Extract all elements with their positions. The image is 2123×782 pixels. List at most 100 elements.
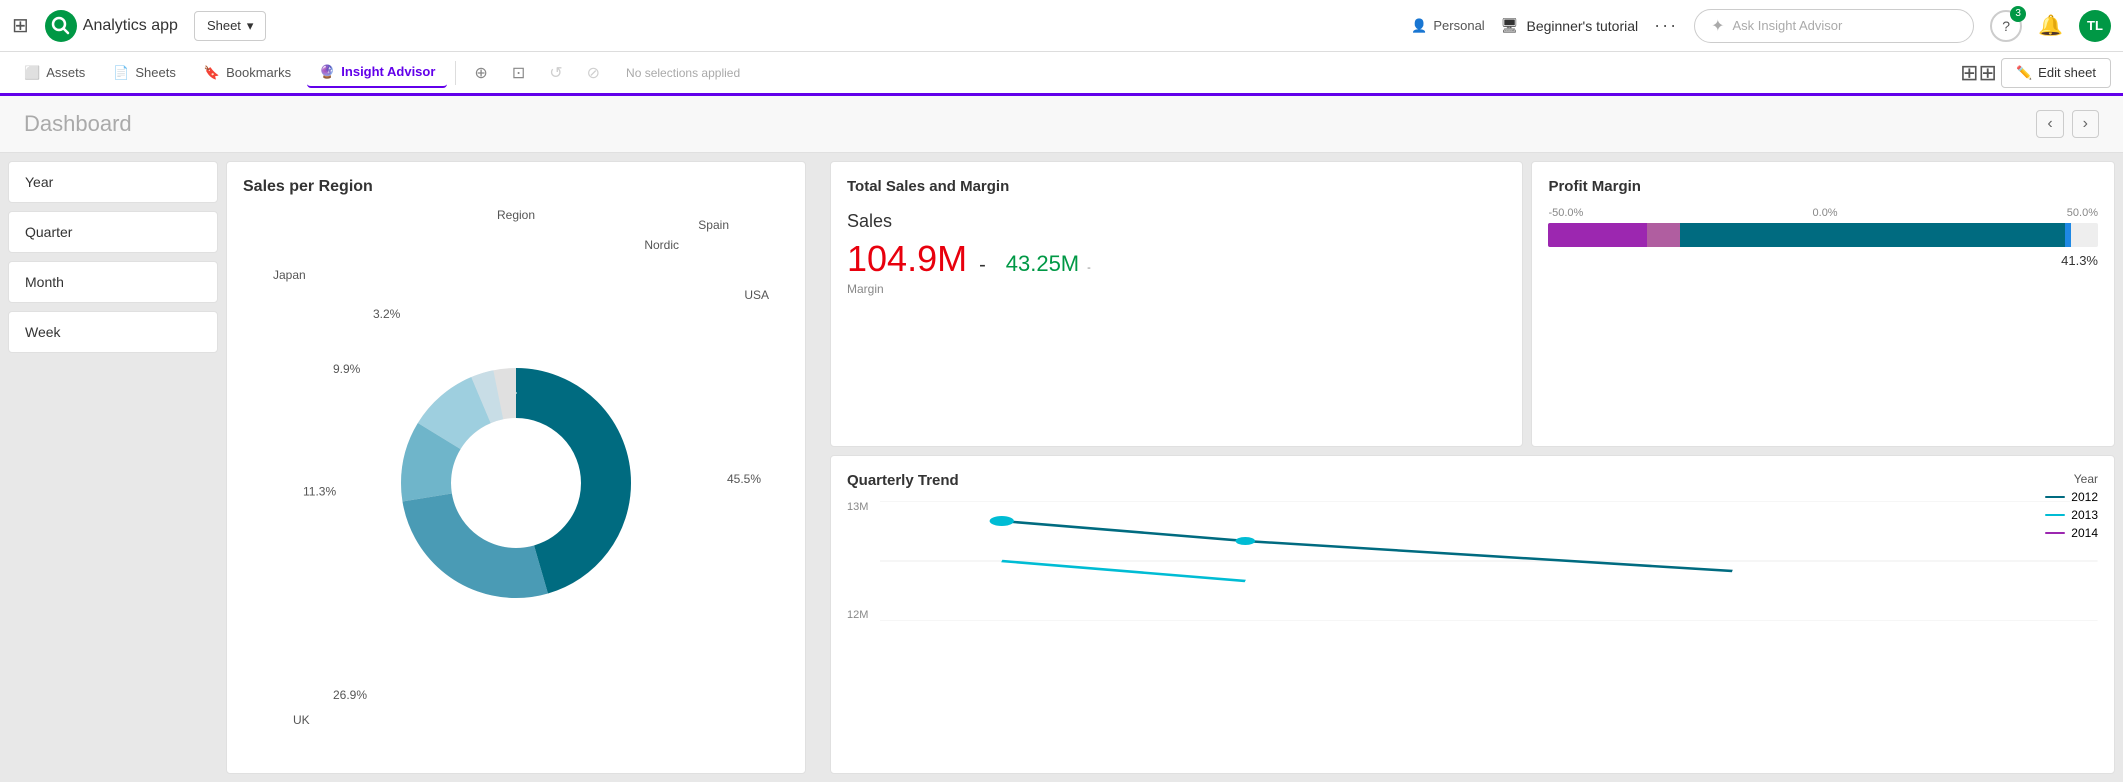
insight-search-placeholder: Ask Insight Advisor xyxy=(1733,18,1843,33)
quarter-filter-label: Quarter xyxy=(25,224,72,240)
view-grid-icon[interactable]: ⊞⊞ xyxy=(1960,60,1997,86)
zoom-in-button[interactable]: ⊕ xyxy=(464,57,497,89)
spain-label: Spain xyxy=(698,218,729,232)
prev-sheet-button[interactable]: ‹ xyxy=(2036,110,2063,138)
qt-line-chart xyxy=(880,501,2098,621)
insight-advisor-label: Insight Advisor xyxy=(341,64,435,79)
margin-label: - xyxy=(1087,262,1091,274)
spacer xyxy=(814,161,822,774)
nordic-label: Nordic xyxy=(644,238,679,252)
right-panels: Total Sales and Margin Sales 104.9M - 43… xyxy=(830,161,2115,774)
sparkle-icon: ✦ xyxy=(1711,16,1724,36)
pm-bar-track xyxy=(1548,223,2098,247)
edit-sheet-label: Edit sheet xyxy=(2038,65,2096,80)
week-filter-label: Week xyxy=(25,324,61,340)
sheet-dropdown[interactable]: Sheet ▾ xyxy=(194,11,267,41)
insight-advisor-icon: 🔮 xyxy=(319,64,335,80)
main-content: Year Quarter Month Week Sales per Region… xyxy=(0,153,2123,782)
dash-separator: - xyxy=(979,254,986,277)
user-avatar[interactable]: TL xyxy=(2079,10,2111,42)
help-button[interactable]: ? 3 xyxy=(1990,10,2022,42)
pm-axis-max: 50.0% xyxy=(2067,207,2098,219)
monitor-icon: 🖥 xyxy=(1501,17,1519,34)
pm-axis-mid: 0.0% xyxy=(1813,207,1838,219)
toolbar: ⬜ Assets 📄 Sheets 🔖 Bookmarks 🔮 Insight … xyxy=(0,52,2123,96)
sales-value: 104.9M xyxy=(847,238,967,280)
assets-icon: ⬜ xyxy=(24,65,40,81)
qlik-logo: Analytics app xyxy=(45,10,178,42)
edit-sheet-button[interactable]: ✏️ Edit sheet xyxy=(2001,58,2111,88)
pencil-icon: ✏️ xyxy=(2016,65,2032,81)
japan-label: Japan xyxy=(273,268,306,282)
qlik-logo-circle xyxy=(45,10,77,42)
qt-chart-area: 13M 12M xyxy=(847,501,2098,621)
notification-bell-icon[interactable]: 🔔 xyxy=(2038,13,2063,38)
assets-label: Assets xyxy=(46,65,85,80)
qt-y-top: 13M xyxy=(847,501,868,513)
person-icon: 👤 xyxy=(1411,18,1427,34)
pm-axis-min: -50.0% xyxy=(1548,207,1583,219)
next-sheet-button[interactable]: › xyxy=(2072,110,2099,138)
total-sales-title: Total Sales and Margin xyxy=(847,178,1506,195)
margin-sub-label: Margin xyxy=(847,282,1506,296)
year-filter-label: Year xyxy=(25,174,53,190)
more-options-icon[interactable]: ··· xyxy=(1654,15,1678,36)
notification-badge: 3 xyxy=(2010,6,2026,22)
sales-label: Sales xyxy=(847,211,1506,232)
insight-advisor-tab[interactable]: 🔮 Insight Advisor xyxy=(307,58,447,88)
dashboard-navigation: ‹ › xyxy=(2036,110,2099,138)
uk-pct: 26.9% xyxy=(333,688,367,702)
qt-y-bottom: 12M xyxy=(847,609,868,621)
spain-pct: 3.2% xyxy=(373,307,400,321)
month-filter-label: Month xyxy=(25,274,64,290)
quarterly-trend-title: Quarterly Trend xyxy=(847,472,2098,489)
japan-pct: 11.3% xyxy=(303,484,336,498)
insight-advisor-search[interactable]: ✦ Ask Insight Advisor xyxy=(1694,9,1974,43)
rotate-button[interactable]: ↺ xyxy=(539,57,572,89)
no-selections-label: No selections applied xyxy=(614,66,752,80)
legend-2012-line xyxy=(2045,496,2065,498)
donut-chart xyxy=(366,333,666,633)
sales-per-region-panel: Sales per Region Region xyxy=(226,161,806,774)
month-filter[interactable]: Month xyxy=(8,261,218,303)
top-navigation: ⊞ Analytics app Sheet ▾ 👤 Personal 🖥 Beg… xyxy=(0,0,2123,52)
personal-mode[interactable]: 👤 Personal xyxy=(1411,18,1485,34)
filter-sidebar: Year Quarter Month Week xyxy=(8,161,218,774)
bookmarks-tab[interactable]: 🔖 Bookmarks xyxy=(192,59,303,87)
top-right-panels: Total Sales and Margin Sales 104.9M - 43… xyxy=(830,161,2115,447)
question-mark-icon: ? xyxy=(2002,18,2010,34)
quarter-filter[interactable]: Quarter xyxy=(8,211,218,253)
tutorial-link[interactable]: 🖥 Beginner's tutorial xyxy=(1501,17,1638,34)
qt-legend-title: Year xyxy=(2045,472,2098,486)
grid-menu-icon[interactable]: ⊞ xyxy=(12,13,29,38)
total-sales-panel: Total Sales and Margin Sales 104.9M - 43… xyxy=(830,161,1523,447)
bookmark-icon: 🔖 xyxy=(204,65,220,81)
usa-pct: 45.5% xyxy=(727,471,761,485)
filter-button[interactable]: ⊘ xyxy=(577,57,610,89)
pm-bar-mid xyxy=(1647,223,1680,247)
sheets-label: Sheets xyxy=(135,65,175,80)
assets-tab[interactable]: ⬜ Assets xyxy=(12,59,97,87)
year-filter[interactable]: Year xyxy=(8,161,218,203)
pm-bar-positive xyxy=(1680,223,2065,247)
margin-value: 43.25M xyxy=(1006,251,1079,277)
dashboard-title: Dashboard xyxy=(24,111,132,137)
uk-label: UK xyxy=(293,713,310,727)
qt-svg xyxy=(880,501,2098,621)
sheets-tab[interactable]: 📄 Sheets xyxy=(101,59,188,87)
profit-margin-title: Profit Margin xyxy=(1548,178,2098,195)
divider xyxy=(455,61,456,85)
bookmarks-label: Bookmarks xyxy=(226,65,291,80)
pm-bar-negative xyxy=(1548,223,1647,247)
qt-y-axis: 13M 12M xyxy=(847,501,872,621)
pm-axis: -50.0% 0.0% 50.0% xyxy=(1548,207,2098,219)
nordic-pct: 9.9% xyxy=(333,362,360,376)
sheets-icon: 📄 xyxy=(113,65,129,81)
region-center-label: Region xyxy=(497,208,535,222)
quarterly-trend-panel: Quarterly Trend Year 2012 2013 2014 xyxy=(830,455,2115,775)
personal-label: Personal xyxy=(1433,18,1484,33)
usa-label: USA xyxy=(744,288,769,302)
zoom-fit-button[interactable]: ⊡ xyxy=(502,57,535,89)
chevron-down-icon: ▾ xyxy=(247,18,254,34)
week-filter[interactable]: Week xyxy=(8,311,218,353)
